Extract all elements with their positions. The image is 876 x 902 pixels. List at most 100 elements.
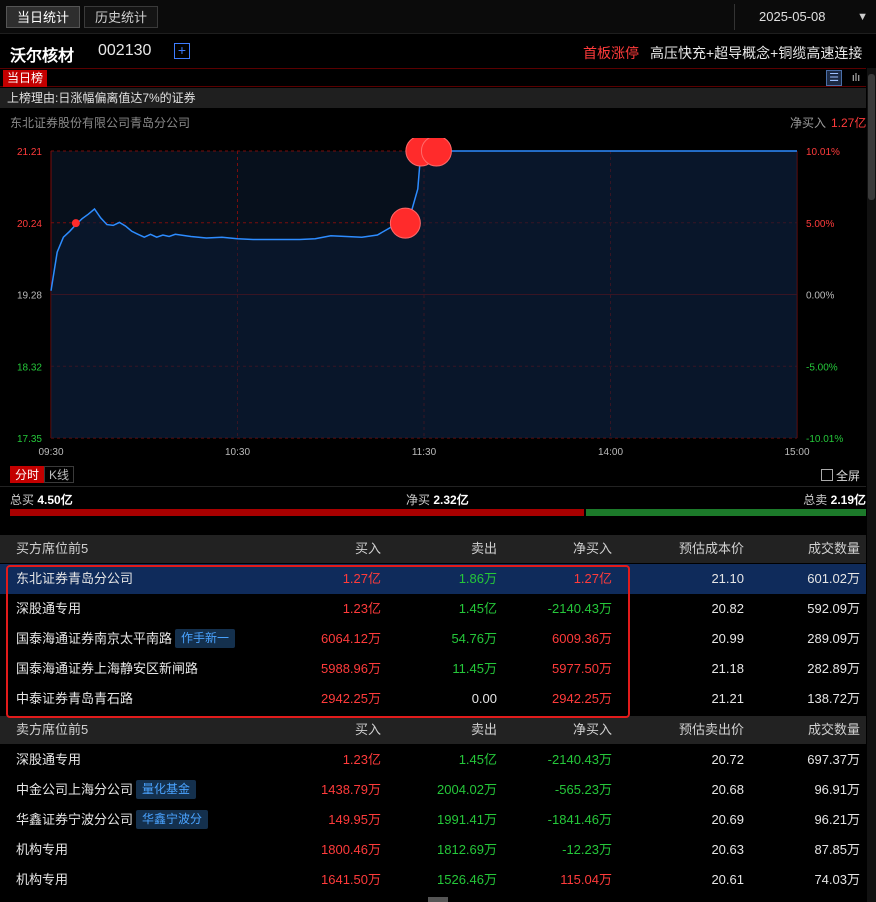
est-price: 20.61 — [711, 872, 744, 887]
seat-name[interactable]: 机构专用 — [16, 865, 68, 895]
seat-badge[interactable]: 华鑫宁波分 — [136, 810, 209, 829]
bar-chart-icon[interactable]: ılı — [848, 70, 864, 86]
y-tick-label-left: 18.32 — [17, 362, 42, 373]
buy-amount: 1.27亿 — [342, 571, 381, 586]
buy-table-header: 买方席位前5 买入 卖出 净买入 预估成本价 成交数量 — [0, 535, 866, 563]
volume: 96.91万 — [814, 782, 860, 797]
sell-table-header: 卖方席位前5 买入 卖出 净买入 预估卖出价 成交数量 — [0, 716, 866, 744]
tab-kline[interactable]: K线 — [44, 466, 75, 483]
y-tick-label-right: 10.01% — [806, 147, 840, 158]
date-selector[interactable]: 2025-05-08 ▼ — [734, 4, 872, 30]
seat-name[interactable]: 深股通专用 — [16, 594, 81, 624]
scrollbar[interactable] — [867, 68, 876, 902]
net-amount: -2140.43万 — [547, 601, 612, 616]
net-amount: 1.27亿 — [573, 571, 612, 586]
concept-tags: 高压快充+超导概念+铜缆高速连接 — [650, 45, 863, 61]
y-tick-label-left: 20.24 — [17, 219, 42, 230]
tab-today-stats[interactable]: 当日统计 — [6, 6, 81, 28]
table-row[interactable]: 机构专用 1641.50万 1526.46万 115.04万 20.61 74.03万 — [0, 865, 866, 895]
table-row[interactable]: 深股通专用 1.23亿 1.45亿 -2140.43万 20.72 697.37万 — [0, 745, 866, 775]
fullscreen-icon — [821, 469, 833, 481]
net-amount: 6009.36万 — [552, 631, 612, 646]
volume: 697.37万 — [807, 752, 860, 767]
seat-name[interactable]: 中金公司上海分公司 量化基金 — [16, 775, 197, 805]
sell-amount: 54.76万 — [451, 631, 497, 646]
seat-name[interactable]: 深股通专用 — [16, 745, 81, 775]
volume: 74.03万 — [814, 872, 860, 887]
est-price: 21.10 — [711, 571, 744, 586]
table-row[interactable]: 华鑫证券宁波分公司 华鑫宁波分 149.95万 1991.41万 -1841.46万 20… — [0, 805, 866, 835]
table-row[interactable]: 东北证券青岛分公司 1.27亿 1.86万 1.27亿 21.10 601.02万 — [0, 564, 866, 594]
seat-badge[interactable]: 量化基金 — [136, 780, 197, 799]
y-tick-label-right: -5.00% — [806, 362, 838, 373]
sell-amount: 2004.02万 — [437, 782, 497, 797]
buy-ratio-bar — [10, 509, 584, 516]
est-price: 20.68 — [711, 782, 744, 797]
table-row[interactable]: 国泰海通证券南京太平南路 作手新一 6064.12万 54.76万 6009.36万 20… — [0, 624, 866, 654]
tab-history-stats[interactable]: 历史统计 — [84, 6, 159, 28]
sell-amount: 1526.46万 — [437, 872, 497, 887]
tab-intraday[interactable]: 分时 — [10, 466, 45, 483]
est-price: 21.21 — [711, 691, 744, 706]
y-tick-label-right: 5.00% — [806, 219, 834, 230]
seat-name[interactable]: 中泰证券青岛青石路 — [16, 684, 133, 714]
divider — [0, 486, 866, 487]
seat-name[interactable]: 国泰海通证券上海静安区新闸路 — [16, 654, 198, 684]
list-view-icon[interactable]: ☰ — [826, 70, 842, 86]
y-axis-right: 10.01% 5.00% 0.00% -5.00% -10.01% — [806, 147, 843, 445]
x-tick-label: 10:30 — [225, 447, 250, 458]
y-tick-label-left: 21.21 — [17, 147, 42, 158]
table-row[interactable]: 中泰证券青岛青石路 2942.25万 0.00 2942.25万 21.21 138.72… — [0, 684, 866, 714]
net-buy-value: 1.27亿 — [831, 116, 867, 130]
table-row[interactable]: 国泰海通证券上海静安区新闸路 5988.96万 11.45万 5977.50万 21.1… — [0, 654, 866, 684]
seat-name[interactable]: 机构专用 — [16, 835, 68, 865]
volume: 87.85万 — [814, 842, 860, 857]
volume: 601.02万 — [807, 571, 860, 586]
fullscreen-label: 全屏 — [836, 469, 861, 483]
total-net: 净买 2.32亿 — [406, 493, 469, 507]
y-tick-label-left: 17.35 — [17, 434, 42, 445]
seat-badge[interactable]: 作手新一 — [175, 629, 236, 648]
resize-handle[interactable] — [428, 897, 448, 902]
trade-marker — [420, 138, 452, 167]
net-buy-label: 净买入 — [790, 116, 827, 130]
table-row[interactable]: 深股通专用 1.23亿 1.45亿 -2140.43万 20.82 592.09万 — [0, 594, 866, 624]
stock-name: 沃尔核材 — [10, 48, 75, 65]
chart-mode-tabs: 分时 K线 — [10, 466, 75, 483]
table-row[interactable]: 中金公司上海分公司 量化基金 1438.79万 2004.02万 -565.23万 20.… — [0, 775, 866, 805]
fullscreen-button[interactable]: 全屏 — [821, 467, 860, 484]
x-tick-label: 09:30 — [38, 447, 63, 458]
seat-name[interactable]: 东北证券青岛分公司 — [16, 564, 133, 594]
trade-marker — [389, 207, 421, 239]
x-tick-label: 14:00 — [598, 447, 623, 458]
buy-amount: 1800.46万 — [321, 842, 381, 857]
x-tick-label: 15:00 — [784, 447, 809, 458]
buy-amount: 2942.25万 — [321, 691, 381, 706]
est-price: 20.69 — [711, 812, 744, 827]
add-watchlist-icon[interactable]: + — [174, 43, 190, 59]
trade-marker — [71, 219, 80, 228]
top-bar: 当日统计 历史统计 2025-05-08 ▼ — [0, 0, 876, 34]
scrollbar-thumb[interactable] — [868, 74, 875, 200]
branch-name: 东北证券股份有限公司青岛分公司 — [10, 116, 191, 130]
table-row[interactable]: 机构专用 1800.46万 1812.69万 -12.23万 20.63 87.85万 — [0, 835, 866, 865]
est-price: 20.63 — [711, 842, 744, 857]
net-amount: -1841.46万 — [547, 812, 612, 827]
list-tag-today[interactable]: 当日榜 — [3, 70, 48, 87]
sell-ratio-bar — [586, 509, 866, 516]
sell-amount: 1.86万 — [458, 571, 497, 586]
seat-name[interactable]: 国泰海通证券南京太平南路 作手新一 — [16, 624, 236, 654]
est-price: 21.18 — [711, 661, 744, 676]
volume: 96.21万 — [814, 812, 860, 827]
sell-amount: 1991.41万 — [437, 812, 497, 827]
est-price: 20.99 — [711, 631, 744, 646]
list-bar: 当日榜 ☰ ılı — [0, 68, 866, 87]
intraday-chart[interactable]: 21.21 20.24 19.28 18.32 17.35 10.01% 5.00% 0.0… — [0, 138, 866, 458]
net-amount: -565.23万 — [554, 782, 612, 797]
x-axis: 09:30 10:30 11:30 14:00 15:00 — [38, 447, 809, 458]
stock-code: 002130 — [98, 42, 152, 59]
seat-name[interactable]: 华鑫证券宁波分公司 华鑫宁波分 — [16, 805, 209, 835]
sell-amount: 11.45万 — [452, 661, 497, 676]
volume: 282.89万 — [807, 661, 860, 676]
buy-amount: 1641.50万 — [321, 872, 381, 887]
